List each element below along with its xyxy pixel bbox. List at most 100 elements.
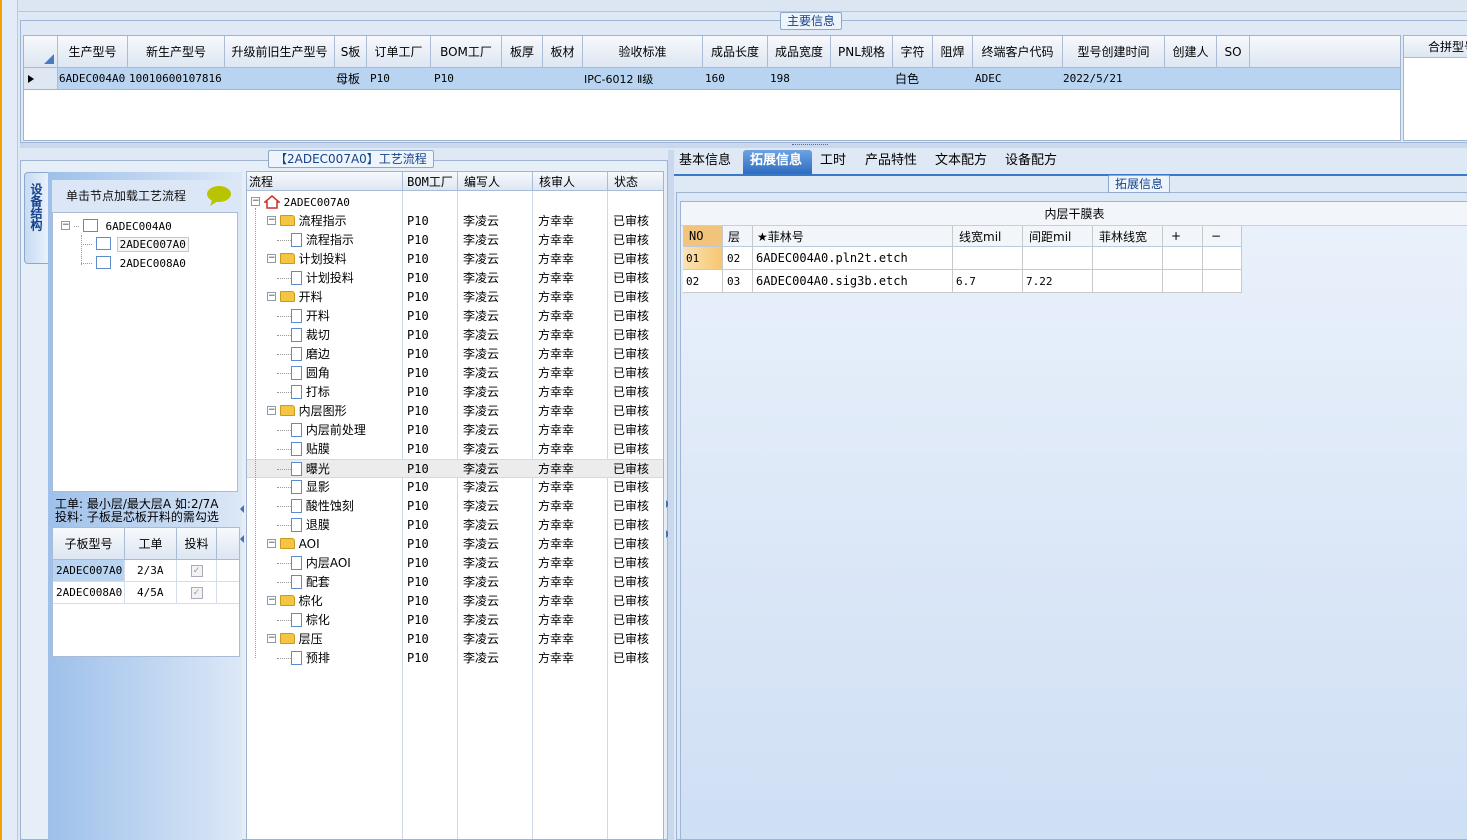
col-header[interactable]: 新生产型号 <box>128 36 225 67</box>
flow-group-row[interactable]: − 内层图形 P10 李凌云 方幸幸 已审核 <box>247 402 663 421</box>
col-header[interactable]: 菲林线宽 <box>1093 226 1163 246</box>
vertical-splitter[interactable] <box>668 150 674 840</box>
col-header[interactable]: 成品宽度 <box>768 36 831 67</box>
flow-step-row[interactable]: 退膜 P10 李凌云 方幸幸 已审核 <box>247 516 663 535</box>
col-header[interactable]: BOM工厂 <box>431 36 502 67</box>
cell-acceptance[interactable]: IPC-6012 Ⅱ级 <box>583 68 703 89</box>
flow-step-row[interactable]: 开料 P10 李凌云 方幸幸 已审核 <box>247 307 663 326</box>
collapse-icon[interactable]: − <box>61 221 70 230</box>
flow-group-row[interactable]: − 计划投料 P10 李凌云 方幸幸 已审核 <box>247 250 663 269</box>
film-row[interactable]: 01 02 6ADEC004A0.pln2t.etch <box>683 247 1242 270</box>
flow-root-row[interactable]: − 2ADEC007A0 <box>247 193 663 212</box>
col-header[interactable]: 子板型号 <box>53 528 125 559</box>
collapse-icon[interactable]: − <box>267 539 276 548</box>
cell-mask[interactable] <box>933 68 973 89</box>
cell-sub-order[interactable]: 4/5A <box>125 582 177 603</box>
col-header[interactable]: NO <box>683 226 723 246</box>
col-header[interactable]: 创建人 <box>1165 36 1217 67</box>
flow-step-row[interactable]: 流程指示 P10 李凌云 方幸幸 已审核 <box>247 231 663 250</box>
cell-layer[interactable]: 02 <box>723 247 753 269</box>
tree-root-node[interactable]: − 6ADEC004A0 <box>61 217 172 235</box>
tab-product-features[interactable]: 产品特性 <box>865 150 917 174</box>
tree-child-node[interactable]: 2ADEC008A0 <box>81 254 186 272</box>
cell-create-time[interactable]: 2022/5/21 <box>1063 68 1165 89</box>
cell-film-no[interactable]: 6ADEC004A0.pln2t.etch <box>753 247 953 269</box>
flow-group-row[interactable]: − AOI P10 李凌云 方幸幸 已审核 <box>247 535 663 554</box>
cell-sub-feed[interactable]: ✓ <box>177 560 217 581</box>
col-header[interactable]: 核审人 <box>533 172 608 190</box>
cell-plus[interactable] <box>1163 247 1203 269</box>
collapse-left-arrow-icon[interactable] <box>240 535 244 543</box>
cell-thickness[interactable] <box>502 68 543 89</box>
cell-old-model[interactable] <box>225 68 335 89</box>
cell-new-model[interactable]: 10010600107816 <box>128 68 225 89</box>
cell-film-width[interactable] <box>1093 247 1163 269</box>
flow-step-row[interactable]: 裁切 P10 李凌云 方幸幸 已审核 <box>247 326 663 345</box>
tab-work-hours[interactable]: 工时 <box>820 150 846 174</box>
collapse-left-arrow-icon[interactable] <box>240 505 244 513</box>
row-indicator[interactable] <box>24 68 58 89</box>
flow-step-row[interactable]: 打标 P10 李凌云 方幸幸 已审核 <box>247 383 663 402</box>
col-header[interactable]: 字符 <box>893 36 933 67</box>
cell-order-factory[interactable]: P10 <box>367 68 431 89</box>
col-header[interactable]: 验收标准 <box>583 36 703 67</box>
col-header[interactable]: 状态 <box>608 172 663 190</box>
col-header[interactable]: 工单 <box>125 528 177 559</box>
collapse-icon[interactable]: − <box>267 292 276 301</box>
collapse-icon[interactable]: − <box>267 634 276 643</box>
flow-step-row[interactable]: 内层AOI P10 李凌云 方幸幸 已审核 <box>247 554 663 573</box>
col-header[interactable]: 间距mil <box>1023 226 1093 246</box>
col-header[interactable]: PNL规格 <box>831 36 893 67</box>
col-header[interactable]: 流程 <box>247 172 403 190</box>
collapse-icon[interactable]: − <box>267 406 276 415</box>
tree-child-node-selected[interactable]: 2ADEC007A0 <box>81 235 189 253</box>
cell-line-width[interactable]: 6.7 <box>953 270 1023 292</box>
cell-so[interactable] <box>1217 68 1250 89</box>
col-header[interactable]: 终端客户代码 <box>973 36 1063 67</box>
flow-step-row[interactable]: 预排 P10 李凌云 方幸幸 已审核 <box>247 649 663 668</box>
col-header[interactable]: ★菲林号 <box>753 226 953 246</box>
cell-sub-model[interactable]: 2ADEC008A0 <box>53 582 125 603</box>
cell-sub-order[interactable]: 2/3A <box>125 560 177 581</box>
flow-group-row[interactable]: − 开料 P10 李凌云 方幸幸 已审核 <box>247 288 663 307</box>
cell-line-width[interactable] <box>953 247 1023 269</box>
cell-no[interactable]: 02 <box>683 270 723 292</box>
col-header[interactable]: 层 <box>723 226 753 246</box>
cell-bom-factory[interactable]: P10 <box>431 68 502 89</box>
cell-creator[interactable] <box>1165 68 1217 89</box>
col-header[interactable]: 线宽mil <box>953 226 1023 246</box>
col-header[interactable]: 板材 <box>543 36 583 67</box>
cell-width[interactable]: 198 <box>768 68 831 89</box>
cell-length[interactable]: 160 <box>703 68 768 89</box>
flow-step-row[interactable]: 内层前处理 P10 李凌云 方幸幸 已审核 <box>247 421 663 440</box>
sub-grid-row[interactable]: 2ADEC007A0 2/3A ✓ <box>53 560 239 582</box>
cell-plus[interactable] <box>1163 270 1203 292</box>
col-header[interactable]: 订单工厂 <box>367 36 431 67</box>
main-grid-row[interactable]: 6ADEC004A0 10010600107816 母板 P10 P10 IPC… <box>24 68 1400 90</box>
remove-column-button[interactable]: − <box>1203 226 1242 246</box>
tab-ext-info[interactable]: 拓展信息 <box>743 150 812 174</box>
cell-minus[interactable] <box>1203 247 1242 269</box>
col-header[interactable]: 型号创建时间 <box>1063 36 1165 67</box>
cell-material[interactable] <box>543 68 583 89</box>
collapse-icon[interactable]: − <box>267 216 276 225</box>
col-header[interactable]: 编写人 <box>458 172 533 190</box>
add-column-button[interactable]: + <box>1163 226 1203 246</box>
flow-step-row[interactable]: 曝光 P10 李凌云 方幸幸 已审核 <box>247 459 663 478</box>
flow-step-row[interactable]: 配套 P10 李凌云 方幸幸 已审核 <box>247 573 663 592</box>
select-all-corner[interactable] <box>24 36 58 67</box>
tab-basic-info[interactable]: 基本信息 <box>679 150 731 174</box>
cell-film-width[interactable] <box>1093 270 1163 292</box>
col-header[interactable]: 板厚 <box>502 36 543 67</box>
cell-layer[interactable]: 03 <box>723 270 753 292</box>
col-header[interactable]: SO <box>1217 36 1250 67</box>
cell-sub-feed[interactable]: ✓ <box>177 582 217 603</box>
sub-grid-row[interactable]: 2ADEC008A0 4/5A ✓ <box>53 582 239 604</box>
col-header[interactable]: BOM工厂 <box>403 172 458 190</box>
flow-group-row[interactable]: − 层压 P10 李凌云 方幸幸 已审核 <box>247 630 663 649</box>
checkbox-checked-icon[interactable]: ✓ <box>190 564 203 577</box>
cell-customer[interactable]: ADEC <box>973 68 1063 89</box>
cell-spacing[interactable] <box>1023 247 1093 269</box>
flow-group-row[interactable]: − 棕化 P10 李凌云 方幸幸 已审核 <box>247 592 663 611</box>
film-row[interactable]: 02 03 6ADEC004A0.sig3b.etch 6.7 7.22 <box>683 270 1242 293</box>
